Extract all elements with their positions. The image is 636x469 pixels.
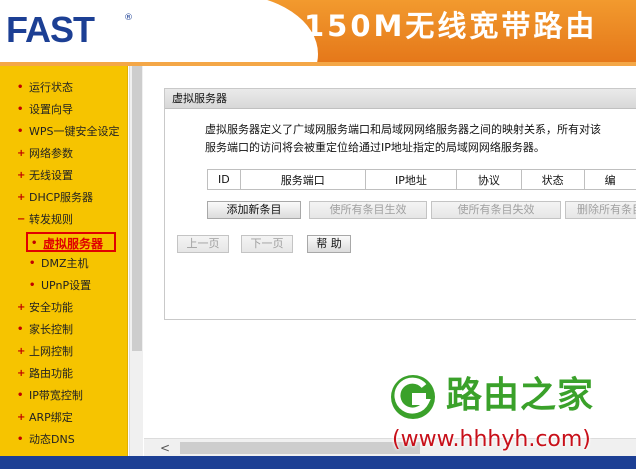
collapse-minus-icon: − — [17, 214, 26, 225]
bullet-icon: • — [29, 280, 36, 291]
watermark-url: (www.hhhyh.com) — [392, 427, 591, 452]
bullet-icon: • — [29, 258, 36, 269]
sidebar-item-label: 运行状态 — [29, 81, 73, 94]
col-status: 状态 — [520, 169, 585, 190]
sidebar-item-wireless[interactable]: + 无线设置 — [0, 166, 127, 186]
col-protocol: 协议 — [455, 169, 522, 190]
sidebar-item-upnp[interactable]: • UPnP设置 — [29, 276, 127, 296]
sidebar-item-label: 路由功能 — [29, 367, 73, 380]
col-id: ID — [207, 169, 241, 190]
sidebar-item-label: DMZ主机 — [41, 257, 89, 270]
col-edit: 编 — [583, 169, 636, 190]
watermark-name: 路由之家 — [446, 375, 595, 416]
watermark-logo-icon — [391, 375, 435, 419]
bullet-icon: • — [17, 434, 24, 445]
bullet-icon: • — [17, 82, 24, 93]
scroll-left-arrow-icon[interactable]: < — [160, 439, 170, 457]
enable-all-button[interactable]: 使所有条目生效 — [309, 201, 427, 219]
sidebar-item-label: 转发规则 — [29, 213, 73, 226]
table-header-row: ID 服务端口 IP地址 协议 状态 编 — [207, 169, 636, 190]
delete-all-button[interactable]: 删除所有条目 — [565, 201, 636, 219]
sidebar-item-virtual-server[interactable]: • 虚拟服务器 — [26, 232, 116, 252]
description-line-1: 虚拟服务器定义了广域网服务端口和局域网网络服务器之间的映射关系，所有对该 — [205, 123, 601, 136]
description-line-2: 服务端口的访问将会被重定位给通过IP地址指定的局域网网络服务器。 — [205, 141, 545, 154]
sidebar-scrollbar[interactable] — [129, 66, 143, 456]
sidebar-item-label: 家长控制 — [29, 323, 73, 336]
prev-page-button[interactable]: 上一页 — [177, 235, 229, 253]
product-title: 150M无线宽带路由 — [304, 9, 598, 43]
disable-all-button[interactable]: 使所有条目失效 — [431, 201, 561, 219]
panel-title: 虚拟服务器 — [165, 89, 636, 109]
expand-plus-icon: + — [17, 346, 26, 357]
sidebar-item-label: 安全功能 — [29, 301, 73, 314]
sidebar-item-label: IP带宽控制 — [29, 389, 83, 402]
col-service-port: 服务端口 — [239, 169, 366, 190]
registered-mark: ® — [124, 13, 133, 23]
sidebar-item-bandwidth[interactable]: • IP带宽控制 — [0, 386, 127, 406]
horizontal-scrollbar-thumb[interactable] — [180, 442, 420, 454]
fast-logo: FAST — [6, 9, 95, 50]
sidebar-item-access-control[interactable]: + 上网控制 — [0, 342, 127, 362]
sidebar-item-label: 设置向导 — [29, 103, 73, 116]
sidebar-item-label: 虚拟服务器 — [43, 237, 104, 251]
expand-plus-icon: + — [17, 302, 26, 313]
bullet-icon: • — [17, 126, 24, 137]
sidebar-item-ddns[interactable]: • 动态DNS — [0, 430, 127, 450]
sidebar-item-label: DHCP服务器 — [29, 191, 94, 204]
bullet-icon: • — [31, 238, 38, 249]
sidebar-item-network[interactable]: + 网络参数 — [0, 144, 127, 164]
bottom-bar — [0, 456, 636, 469]
virtual-server-panel: 虚拟服务器 虚拟服务器定义了广域网服务端口和局域网网络服务器之间的映射关系，所有… — [164, 88, 636, 320]
router-admin-page: FAST ® 150M无线宽带路由 • 运行状态 • 设置向导 • WPS一键安全设定… — [0, 0, 636, 469]
expand-plus-icon: + — [17, 148, 26, 159]
expand-plus-icon: + — [17, 192, 26, 203]
sidebar-scrollbar-thumb[interactable] — [132, 66, 142, 351]
page-header: FAST ® 150M无线宽带路由 — [0, 0, 636, 62]
add-entry-button[interactable]: 添加新条目 — [207, 201, 301, 219]
sidebar-item-forwarding[interactable]: − 转发规则 — [0, 210, 127, 230]
expand-plus-icon: + — [17, 170, 26, 181]
bullet-icon: • — [17, 104, 24, 115]
sidebar-item-label: 动态DNS — [29, 433, 75, 446]
sidebar-item-label: 网络参数 — [29, 147, 73, 160]
expand-plus-icon: + — [17, 412, 26, 423]
help-button[interactable]: 帮 助 — [307, 235, 351, 253]
bullet-icon: • — [17, 390, 24, 401]
sidebar-item-parental[interactable]: • 家长控制 — [0, 320, 127, 340]
sidebar-item-wizard[interactable]: • 设置向导 — [0, 100, 127, 120]
sidebar-item-label: 上网控制 — [29, 345, 73, 358]
next-page-button[interactable]: 下一页 — [241, 235, 293, 253]
bullet-icon: • — [17, 324, 24, 335]
sidebar-item-label: 无线设置 — [29, 169, 73, 182]
virtual-server-table: ID 服务端口 IP地址 协议 状态 编 — [207, 169, 636, 190]
sidebar-nav: • 运行状态 • 设置向导 • WPS一键安全设定 + 网络参数 + 无线设置 + DHCP… — [0, 66, 128, 456]
sidebar-item-label: WPS一键安全设定 — [29, 125, 120, 138]
sidebar-item-status[interactable]: • 运行状态 — [0, 78, 127, 98]
sidebar-item-dmz[interactable]: • DMZ主机 — [29, 254, 127, 274]
sidebar-item-label: UPnP设置 — [41, 279, 92, 292]
sidebar-item-label: ARP绑定 — [29, 411, 73, 424]
sidebar-item-dhcp[interactable]: + DHCP服务器 — [0, 188, 127, 208]
sidebar-item-wps[interactable]: • WPS一键安全设定 — [0, 122, 127, 142]
col-ip-address: IP地址 — [364, 169, 457, 190]
sidebar-item-routing[interactable]: + 路由功能 — [0, 364, 127, 384]
expand-plus-icon: + — [17, 368, 26, 379]
panel-description: 虚拟服务器定义了广域网服务端口和局域网网络服务器之间的映射关系，所有对该 服务端… — [205, 121, 636, 157]
sidebar-item-security[interactable]: + 安全功能 — [0, 298, 127, 318]
sidebar-item-arp[interactable]: + ARP绑定 — [0, 408, 127, 428]
